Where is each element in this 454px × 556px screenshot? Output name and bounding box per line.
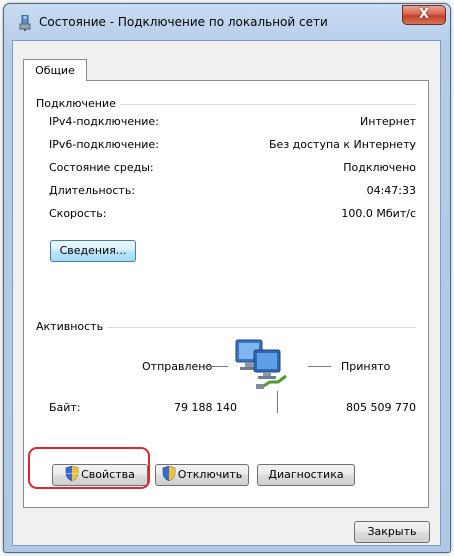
details-button-label: Сведения... [59,244,127,257]
diagnose-button[interactable]: Диагностика [257,464,355,486]
network-computers-icon [235,339,287,390]
activity-separator [277,391,278,413]
media-state-label: Состояние среды: [49,161,154,174]
network-adapter-icon [19,15,31,31]
duration-label: Длительность: [49,184,136,197]
media-state-value: Подключено [343,161,416,174]
speed-label: Скорость: [49,207,107,220]
activity-group-label: Активность [36,320,108,333]
title-bar[interactable]: Состояние - Подключение по локальной сет… [4,4,450,40]
close-button-label: Закрыть [367,525,417,538]
close-icon: X [418,7,430,22]
close-window-button[interactable]: X [402,5,446,25]
bytes-sent-value: 79 188 140 [174,401,237,414]
received-line [308,366,331,367]
tab-panel-general: Подключение IPv4-подключение: Интернет I… [23,80,429,508]
disable-button-label: Отключить [177,468,243,481]
speed-value: 100.0 Мбит/с [341,207,416,220]
bytes-received-value: 805 509 770 [346,401,416,414]
disable-button[interactable]: Отключить [155,464,249,486]
diagnose-button-label: Диагностика [268,468,344,481]
uac-shield-icon [162,466,176,481]
window-title: Состояние - Подключение по локальной сет… [39,15,328,29]
details-button[interactable]: Сведения... [50,240,136,262]
ipv6-label: IPv6-подключение: [49,138,159,151]
properties-highlight-marker [28,447,150,489]
connection-group-label: Подключение [36,97,120,110]
sent-label: Отправлено [142,360,213,373]
close-button[interactable]: Закрыть [354,521,430,543]
bytes-label: Байт: [49,401,81,414]
duration-value: 04:47:33 [366,184,416,197]
ipv4-value: Интернет [360,115,416,128]
ipv4-label: IPv4-подключение: [49,115,159,128]
received-label: Принято [341,360,391,373]
tab-general-label: Общие [35,64,75,77]
tab-general[interactable]: Общие [23,59,87,81]
sent-line [205,366,228,367]
ipv6-value: Без доступа к Интернету [269,138,416,151]
